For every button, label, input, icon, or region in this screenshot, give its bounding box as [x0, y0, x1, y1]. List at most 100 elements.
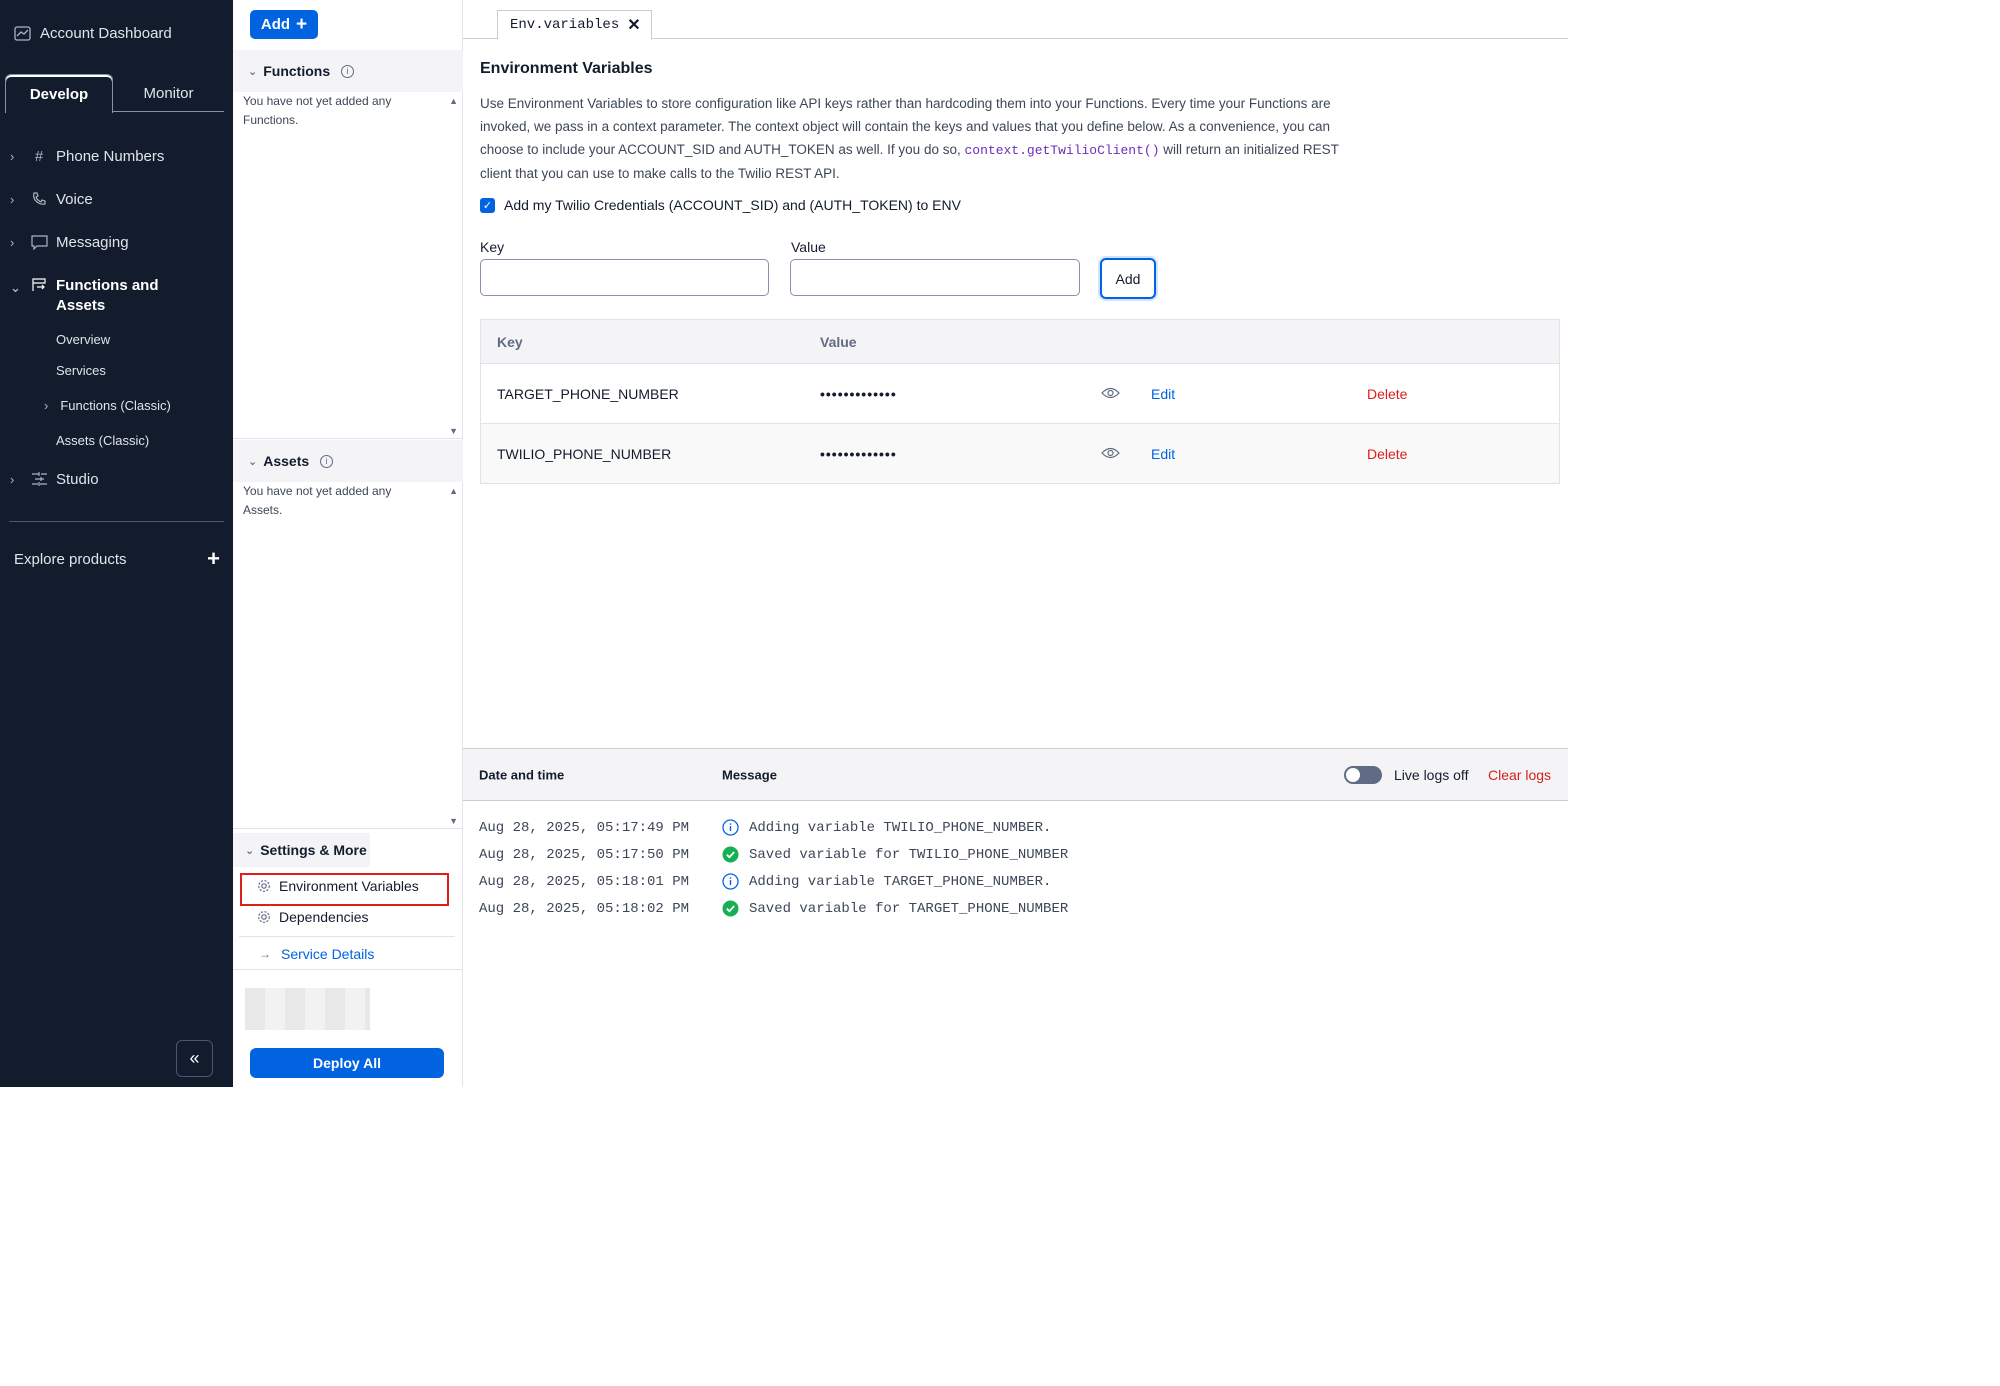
- chevron-down-icon: ⌄: [10, 280, 21, 295]
- assets-section-header[interactable]: ⌄ Assets i: [233, 440, 463, 482]
- edit-link[interactable]: Edit: [1151, 386, 1175, 402]
- info-icon[interactable]: i: [320, 454, 334, 468]
- twilio-credentials-checkbox[interactable]: ✓ Add my Twilio Credentials (ACCOUNT_SID…: [480, 197, 961, 213]
- sidebar-item-messaging[interactable]: › Messaging: [10, 233, 129, 251]
- collapse-sidebar-button[interactable]: «: [176, 1040, 213, 1077]
- eye-icon[interactable]: [1101, 446, 1120, 462]
- service-details-label: Service Details: [281, 946, 375, 962]
- settings-section-header[interactable]: ⌄ Settings & More: [233, 833, 370, 867]
- scroll-down-icon[interactable]: ▼: [449, 426, 458, 436]
- environment-variables-editor: Environment Variables Use Environment Va…: [480, 60, 1560, 484]
- live-logs-toggle[interactable]: [1344, 766, 1382, 784]
- delete-link[interactable]: Delete: [1367, 446, 1407, 462]
- environment-variables-link[interactable]: Environment Variables: [257, 878, 419, 894]
- eye-icon[interactable]: [1101, 386, 1120, 402]
- value-label: Value: [791, 239, 826, 255]
- info-icon[interactable]: i: [341, 64, 355, 78]
- plus-icon: +: [296, 14, 308, 35]
- logs-panel: Date and time Message Live logs off Clea…: [463, 748, 1568, 1087]
- sidebar-subitem-functions-classic[interactable]: › Functions (Classic): [44, 398, 171, 413]
- variable-key: TWILIO_PHONE_NUMBER: [497, 445, 672, 462]
- sidebar-item-label: Messaging: [56, 233, 129, 251]
- key-input[interactable]: [480, 259, 769, 296]
- deploy-all-button[interactable]: Deploy All: [250, 1048, 444, 1078]
- delete-link[interactable]: Delete: [1367, 386, 1407, 402]
- clear-logs-button[interactable]: Clear logs: [1488, 767, 1551, 783]
- live-logs-label: Live logs off: [1394, 766, 1469, 783]
- value-input[interactable]: [790, 259, 1080, 296]
- assets-section-title: Assets: [263, 453, 310, 469]
- check-icon[interactable]: ✓: [480, 197, 495, 213]
- sidebar-item-studio[interactable]: › Studio: [10, 470, 99, 488]
- log-time: Aug 28, 2025, 05:17:50 PM: [479, 846, 690, 863]
- log-message: Adding variable TWILIO_PHONE_NUMBER.: [749, 819, 1052, 836]
- variables-table: Key Value TARGET_PHONE_NUMBER ••••••••••…: [480, 319, 1560, 484]
- environment-variables-label: Environment Variables: [279, 878, 419, 894]
- close-icon[interactable]: ✕: [627, 15, 640, 35]
- variable-key: TARGET_PHONE_NUMBER: [497, 385, 679, 402]
- service-details-link[interactable]: → Service Details: [259, 946, 374, 962]
- scroll-down-icon[interactable]: ▼: [449, 816, 458, 826]
- variable-value-masked: •••••••••••••: [820, 385, 897, 402]
- phone-icon: [30, 190, 48, 208]
- chevron-right-icon: ›: [44, 398, 49, 413]
- double-chevron-left-icon: «: [189, 1048, 200, 1068]
- sidebar-item-functions-and-assets[interactable]: ⌄ Functions and Assets: [10, 276, 166, 316]
- studio-icon: [30, 470, 48, 488]
- functions-section-header[interactable]: ⌄ Functions i: [233, 50, 463, 92]
- gear-icon: [258, 880, 270, 892]
- log-entry: Aug 28, 2025, 05:17:49 PM Adding variabl…: [479, 819, 1051, 836]
- scroll-up-icon[interactable]: ▲: [449, 486, 458, 496]
- chevron-right-icon: ›: [10, 471, 15, 487]
- page-title: Environment Variables: [480, 60, 653, 77]
- column-header-date: Date and time: [479, 767, 565, 782]
- account-dashboard-link[interactable]: Account Dashboard: [14, 25, 172, 42]
- log-message: Adding variable TARGET_PHONE_NUMBER.: [749, 873, 1052, 890]
- check-circle-icon: [722, 900, 739, 917]
- tab-env-variables[interactable]: Env.variables ✕: [497, 10, 652, 40]
- sidebar-item-label: Functions and Assets: [56, 277, 159, 314]
- account-dashboard-label: Account Dashboard: [40, 25, 172, 42]
- sidebar-item-label: Studio: [56, 470, 99, 488]
- sidebar-item-voice[interactable]: › Voice: [10, 190, 93, 208]
- section-divider: [239, 936, 455, 937]
- variable-value-masked: •••••••••••••: [820, 445, 897, 462]
- edit-link[interactable]: Edit: [1151, 446, 1175, 462]
- logs-header: Date and time Message Live logs off Clea…: [463, 749, 1568, 801]
- sidebar-item-phone-numbers[interactable]: › # Phone Numbers: [10, 147, 164, 165]
- settings-section-title: Settings & More: [260, 842, 367, 858]
- log-entry: Aug 28, 2025, 05:18:01 PM Adding variabl…: [479, 873, 1051, 890]
- table-row: TARGET_PHONE_NUMBER ••••••••••••• Edit D…: [481, 363, 1559, 423]
- info-circle-icon: [722, 873, 739, 890]
- section-divider: [233, 438, 463, 439]
- file-explorer-panel: Add + ⌄ Functions i You have not yet add…: [233, 0, 463, 1087]
- dependencies-link[interactable]: Dependencies: [257, 909, 369, 925]
- section-divider: [233, 828, 463, 829]
- hash-icon: #: [34, 147, 44, 165]
- functions-empty-text: You have not yet added any Functions.: [243, 94, 392, 127]
- add-button-label: Add: [260, 16, 291, 33]
- chevron-down-icon: ⌄: [248, 65, 258, 78]
- tab-monitor[interactable]: Monitor: [113, 74, 224, 112]
- add-button[interactable]: Add +: [250, 10, 318, 39]
- functions-icon: [30, 276, 48, 294]
- sidebar-subitem-services[interactable]: Services: [56, 363, 106, 378]
- tab-develop[interactable]: Develop: [5, 74, 113, 113]
- add-variable-button[interactable]: Add: [1100, 258, 1156, 299]
- arrow-right-icon: →: [259, 947, 271, 961]
- section-divider: [233, 969, 463, 970]
- chevron-down-icon: ⌄: [248, 455, 258, 468]
- sidebar-subitem-overview[interactable]: Overview: [56, 332, 110, 347]
- sidebar-tabs: Develop Monitor: [5, 74, 224, 113]
- assets-empty-text: You have not yet added any Assets.: [243, 484, 392, 517]
- explore-products[interactable]: Explore products +: [14, 546, 220, 572]
- scroll-up-icon[interactable]: ▲: [449, 96, 458, 106]
- sidebar-item-label: Phone Numbers: [56, 147, 165, 165]
- sidebar-subitem-label: Functions (Classic): [60, 398, 171, 413]
- table-row: TWILIO_PHONE_NUMBER ••••••••••••• Edit D…: [481, 423, 1559, 483]
- explore-products-label: Explore products: [14, 550, 127, 568]
- chevron-right-icon: ›: [10, 191, 15, 207]
- plus-icon[interactable]: +: [207, 546, 220, 572]
- sidebar-subitem-assets-classic[interactable]: Assets (Classic): [56, 433, 149, 448]
- description: Use Environment Variables to store confi…: [480, 92, 1340, 185]
